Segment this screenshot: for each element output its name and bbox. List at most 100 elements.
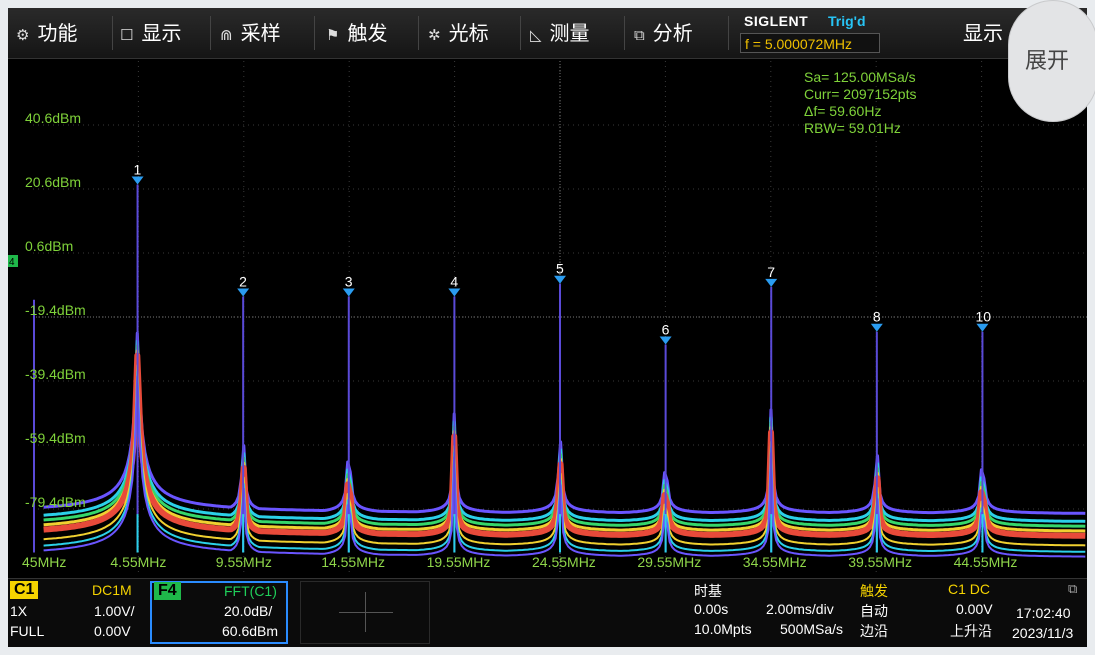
trigger-source: C1 DC: [948, 581, 991, 597]
peak-marker-label-4: 4: [450, 274, 458, 290]
x-axis-label: 45MHz: [22, 554, 66, 570]
channel1-probe: 1X: [10, 603, 28, 619]
menu-separator: [728, 16, 729, 50]
x-axis-labels: 45MHz 4.55MHz 9.55MHz 14.55MHz 19.55MHz 24.55…: [22, 554, 1017, 570]
x-axis-label: 24.55MHz: [532, 554, 596, 570]
y-axis-label: -39.4dBm: [25, 366, 86, 382]
channel1-offset: 0.00V: [94, 623, 131, 639]
math-f4-panel[interactable]: F4 FFT(C1) 20.0dB/ 60.6dBm: [150, 581, 288, 644]
menu-trigger[interactable]: ⚑ 触发: [326, 8, 387, 58]
menu-separator: [210, 16, 211, 50]
timebase-scale: 2.00ms/div: [766, 601, 834, 617]
x-axis-label: 4.55MHz: [110, 554, 166, 570]
x-axis-label: 44.55MHz: [954, 554, 1018, 570]
peak-marker-arrow-8: [870, 323, 883, 332]
delta-f-readout: Δf= 59.60Hz: [804, 103, 881, 119]
channel-level-marker[interactable]: 4: [8, 255, 18, 268]
top-menu-bar: ⚙ 功能 ☐ 显示 ⋒ 采样 ⚑ 触发 ✲ 光标 ◺ 测量 ⧉ 分析 SIGLENT Trig…: [8, 8, 1087, 59]
peak-marker-label-3: 3: [345, 274, 353, 290]
peak-marker-label-8: 8: [873, 309, 881, 325]
channel1-coupling: DC1M: [92, 582, 132, 598]
trigger-mode: 自动: [860, 603, 888, 619]
plus-icon-horizontal: [339, 612, 393, 613]
fft-spectrum-chart: 1 2 3 4 5 6 7 8 10 40.6dBm 20.6dBm 0.6dBm -19.4dBm -…: [8, 61, 1087, 573]
peak-marker-label-6: 6: [662, 322, 670, 338]
expand-button[interactable]: 展开: [1008, 0, 1095, 122]
x-axis-label: 14.55MHz: [321, 554, 385, 570]
peak-marker-arrow-4: [448, 288, 461, 297]
f4-scale: 20.0dB/: [224, 603, 273, 619]
y-axis-label: 0.6dBm: [25, 238, 73, 254]
x-axis-label: 29.55MHz: [637, 554, 701, 570]
peak-marker-arrow-10: [976, 323, 989, 332]
x-axis-label: 9.55MHz: [216, 554, 272, 570]
trace-band-red: [43, 352, 1086, 539]
oscilloscope-screen: ⚙ 功能 ☐ 显示 ⋒ 采样 ⚑ 触发 ✲ 光标 ◺ 测量 ⧉ 分析 SIGLENT Trig…: [8, 8, 1087, 647]
trigger-status: Trig'd: [828, 13, 866, 29]
measure-icon: ◺: [530, 26, 542, 44]
menu-separator: [520, 16, 521, 50]
fft-trace: [43, 331, 1086, 558]
fft-info-readout: Sa= 125.00MSa/s Curr= 2097152pts Δf= 59.…: [804, 69, 916, 136]
gear-icon: ⚙: [16, 26, 30, 44]
channel1-panel[interactable]: C1 DC1M 1X 1.00V/ FULL 0.00V: [8, 581, 148, 644]
peak-marker-arrow-5: [554, 275, 566, 284]
sample-rate-readout: Sa= 125.00MSa/s: [804, 69, 916, 85]
menu-acquire[interactable]: ⋒ 采样: [220, 8, 281, 58]
peak-marker-arrow-1: [131, 176, 144, 185]
peak-marker-label-1: 1: [134, 162, 142, 178]
y-axis-label: 40.6dBm: [25, 110, 81, 126]
f4-reference: 60.6dBm: [222, 623, 279, 639]
rbw-readout: RBW= 59.01Hz: [804, 120, 901, 136]
add-channel-slot[interactable]: [300, 581, 430, 644]
menu-analysis-label: 分析: [652, 21, 693, 45]
menu-function[interactable]: ⚙ 功能: [16, 8, 77, 58]
y-axis-label: -59.4dBm: [25, 430, 86, 446]
f4-tag: F4: [154, 582, 181, 600]
y-axis-label: -19.4dBm: [25, 302, 86, 318]
peak-marker-arrow-7: [765, 278, 778, 287]
sample-rate: 500MSa/s: [780, 621, 844, 637]
channel1-scale: 1.00V/: [94, 603, 135, 619]
clock-panel: ⧉ 17:02:40 2023/11/3: [1008, 581, 1087, 644]
f4-source: FFT(C1): [224, 583, 277, 599]
channel1-tag: C1: [10, 581, 39, 599]
points-readout: Curr= 2097152pts: [804, 86, 916, 102]
peak-marker-label-2: 2: [239, 274, 247, 290]
memory-depth: 10.0Mpts: [694, 621, 752, 637]
menu-separator: [314, 16, 315, 50]
analysis-icon: ⧉: [634, 26, 645, 44]
trigger-type: 边沿: [860, 623, 888, 639]
display-panel-button[interactable]: 显示: [963, 8, 1003, 58]
y-axis-label: -79.4dBm: [25, 494, 86, 510]
menu-trigger-label: 触发: [347, 21, 388, 45]
peak-marker-arrow-3: [342, 288, 355, 297]
frequency-counter: f = 5.000072MHz: [740, 33, 880, 53]
menu-separator: [112, 16, 113, 50]
bottom-status-bar: C1 DC1M 1X 1.00V/ FULL 0.00V F4 FFT(C1) …: [8, 578, 1087, 647]
trigger-slope: 上升沿: [950, 623, 992, 639]
menu-display[interactable]: ☐ 显示: [120, 8, 181, 58]
channel-marker-label: 4: [9, 257, 15, 268]
peak-marker-label-10: 10: [975, 309, 991, 325]
menu-measure[interactable]: ◺ 测量: [530, 8, 590, 58]
menu-cursor-label: 光标: [448, 21, 489, 45]
cursor-icon: ✲: [428, 26, 441, 44]
network-icon: ⧉: [1068, 581, 1078, 596]
menu-analysis[interactable]: ⧉ 分析: [634, 8, 693, 58]
menu-display-label: 显示: [141, 21, 182, 45]
menu-separator: [624, 16, 625, 50]
menu-measure-label: 测量: [549, 21, 590, 45]
trigger-level: 0.00V: [956, 601, 993, 617]
clock-date: 2023/11/3: [1012, 625, 1074, 641]
siglent-logo: SIGLENT: [744, 13, 809, 29]
y-axis-label: 20.6dBm: [25, 174, 81, 190]
timebase-panel[interactable]: 时基 0.00s 2.00ms/div 10.0Mpts 500MSa/s: [690, 581, 852, 644]
timebase-delay: 0.00s: [694, 601, 729, 617]
menu-function-label: 功能: [37, 21, 78, 45]
timebase-title: 时基: [694, 583, 722, 599]
trigger-panel[interactable]: 触发 C1 DC 自动 0.00V 边沿 上升沿: [856, 581, 1004, 644]
menu-cursor[interactable]: ✲ 光标: [428, 8, 489, 58]
monitor-icon: ☐: [120, 26, 134, 44]
peak-marker-label-5: 5: [556, 261, 564, 277]
